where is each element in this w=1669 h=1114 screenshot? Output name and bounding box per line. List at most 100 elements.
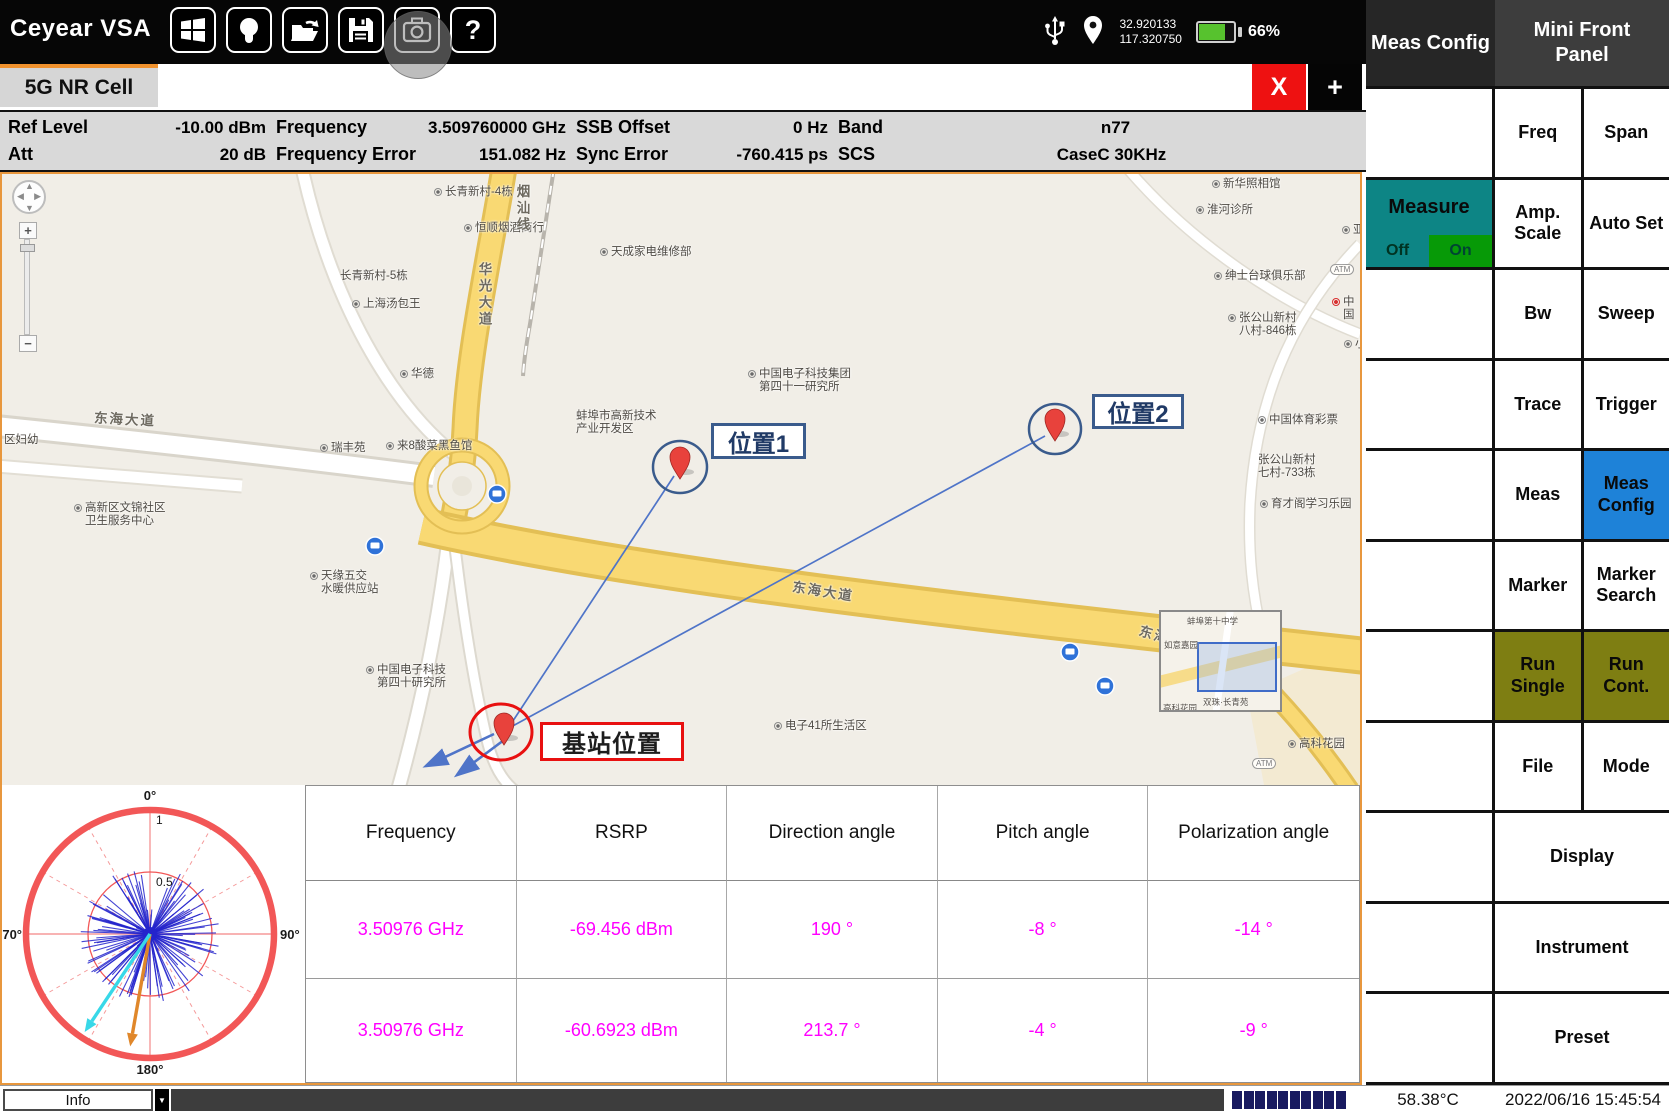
instrument-button[interactable]: Instrument — [1495, 904, 1669, 992]
table-value-cell: 3.50976 GHz — [306, 881, 517, 979]
table-value-cell: -60.6923 dBm — [517, 979, 728, 1082]
panel-empty-cell — [1366, 451, 1492, 539]
info-ref-level: Ref Level-10.00 dBm — [8, 117, 266, 138]
gps-location-icon — [1081, 14, 1105, 51]
help-icon: ? — [465, 15, 482, 46]
panel-header-meas-config[interactable]: Meas Config — [1366, 0, 1495, 86]
table-value-cell: -4 ° — [938, 979, 1149, 1082]
measurement-info-bar: Ref Level-10.00 dBm Frequency3.509760000… — [0, 110, 1366, 172]
open-file-button[interactable] — [282, 7, 328, 53]
info-dropdown[interactable]: Info — [3, 1089, 153, 1111]
table-header-cell: Polarization angle — [1148, 786, 1359, 881]
table-header-cell: Frequency — [306, 786, 517, 881]
panel-empty-cell — [1366, 542, 1492, 630]
screenshot-button[interactable] — [394, 7, 440, 53]
loc2-label: 位置2 — [1092, 394, 1184, 429]
svg-text:270°: 270° — [2, 927, 22, 942]
svg-text:0°: 0° — [144, 788, 156, 803]
inset-viewport-rect[interactable] — [1197, 642, 1277, 692]
app-title: Ceyear VSA — [10, 15, 151, 43]
side-panel: Meas Config Mini Front Panel Freq Span M… — [1366, 0, 1669, 1085]
meas-button[interactable]: Meas — [1495, 451, 1581, 539]
windows-icon — [177, 14, 209, 46]
zoom-slider[interactable] — [24, 239, 30, 335]
sweep-button[interactable]: Sweep — [1584, 270, 1669, 358]
meas-config-button[interactable]: Meas Config — [1584, 451, 1669, 539]
amp-scale-button[interactable]: Amp. Scale — [1495, 180, 1581, 268]
trace-button[interactable]: Trace — [1495, 361, 1581, 449]
panel-header-mini-front-panel[interactable]: Mini Front Panel — [1495, 0, 1669, 86]
tab-add-button[interactable]: + — [1308, 64, 1362, 110]
open-file-icon — [289, 14, 321, 46]
measurement-area: 长青新村-4栋恒顺烟酒商行天成家电维修部新华照相馆淮河诊所亚长青新村-5栋上海汤… — [0, 172, 1362, 1085]
progress-indicator — [1232, 1091, 1346, 1109]
help-button[interactable]: ? — [450, 7, 496, 53]
table-value-cell: 213.7 ° — [727, 979, 938, 1082]
table-header-cell: Direction angle — [727, 786, 938, 881]
panel-empty-cell — [1366, 270, 1492, 358]
battery-icon — [1196, 21, 1236, 43]
inset-poi-label: 蚌埠第十中学 — [1187, 615, 1238, 627]
table-value-cell: -14 ° — [1148, 881, 1359, 979]
measure-off-option[interactable]: Off — [1366, 235, 1429, 267]
tab-5g-nr-cell[interactable]: 5G NR Cell — [0, 64, 158, 107]
info-sync-error: Sync Error-760.415 ps — [566, 144, 828, 165]
mode-button[interactable]: Mode — [1584, 723, 1669, 811]
info-frequency: Frequency3.509760000 GHz — [266, 117, 566, 138]
windows-menu-button[interactable] — [170, 7, 216, 53]
status-message-area — [171, 1089, 1224, 1111]
tab-bar: 5G NR Cell X + — [0, 64, 1366, 110]
table-header-cell: RSRP — [517, 786, 728, 881]
panel-empty-cell — [1366, 813, 1492, 901]
save-button[interactable] — [338, 7, 384, 53]
panel-empty-cell — [1366, 723, 1492, 811]
trigger-button[interactable]: Trigger — [1584, 361, 1669, 449]
map-markers-layer — [2, 174, 1360, 785]
datetime-readout: 2022/06/16 15:45:54 — [1505, 1090, 1661, 1110]
measure-on-option[interactable]: On — [1429, 235, 1492, 267]
zoom-in-button[interactable]: + — [19, 222, 37, 239]
display-button[interactable]: Display — [1495, 813, 1669, 901]
zoom-slider-handle[interactable] — [20, 244, 35, 252]
panel-empty-cell — [1366, 89, 1492, 177]
loc1-pin — [670, 447, 694, 479]
tab-close-button[interactable]: X — [1252, 64, 1306, 110]
preset-button[interactable]: Preset — [1495, 994, 1669, 1082]
marker-button[interactable]: Marker — [1495, 542, 1581, 630]
map-zoom-control: ▲▼◀▶ + − — [12, 180, 46, 352]
bw-button[interactable]: Bw — [1495, 270, 1581, 358]
auto-set-button[interactable]: Auto Set — [1584, 180, 1669, 268]
table-value-cell: 3.50976 GHz — [306, 979, 517, 1082]
battery-indicator: 66% — [1196, 21, 1280, 43]
measure-toggle[interactable]: Measure Off On — [1366, 180, 1492, 268]
loc2-pin — [1045, 409, 1069, 441]
run-single-button[interactable]: Run Single — [1495, 632, 1581, 720]
svg-text:0.5: 0.5 — [156, 875, 173, 889]
info-dropdown-arrow-icon[interactable]: ▼ — [155, 1089, 169, 1111]
map-canvas[interactable]: 长青新村-4栋恒顺烟酒商行天成家电维修部新华照相馆淮河诊所亚长青新村-5栋上海汤… — [2, 174, 1360, 785]
measure-label: Measure — [1388, 180, 1469, 236]
measurement-table: FrequencyRSRPDirection anglePitch angleP… — [305, 785, 1360, 1083]
info-ssb-offset: SSB Offset0 Hz — [566, 117, 828, 138]
panel-empty-cell — [1366, 994, 1492, 1082]
info-band: Bandn77 — [828, 117, 1348, 138]
gps-latitude: 32.920133 — [1119, 17, 1182, 32]
map-inset[interactable]: 蚌埠第十中学如意嘉园双珠·长青苑高科花园 — [1159, 610, 1282, 712]
brightness-button[interactable] — [226, 7, 272, 53]
gps-coordinates: 32.920133 117.320750 — [1119, 17, 1182, 47]
marker-search-button[interactable]: Marker Search — [1584, 542, 1669, 630]
freq-button[interactable]: Freq — [1495, 89, 1581, 177]
battery-percent: 66% — [1248, 23, 1280, 41]
status-bar: Info ▼ 58.38°C 2022/06/16 15:45:54 — [0, 1085, 1669, 1114]
table-value-cell: -8 ° — [938, 881, 1149, 979]
svg-text:1: 1 — [156, 813, 163, 827]
panel-empty-cell — [1366, 361, 1492, 449]
loc1-label: 位置1 — [711, 423, 806, 459]
info-att: Att20 dB — [8, 144, 266, 165]
inset-poi-label: 高科花园 — [1163, 702, 1197, 712]
span-button[interactable]: Span — [1584, 89, 1669, 177]
map-pan-control[interactable]: ▲▼◀▶ — [12, 180, 46, 214]
run-cont-button[interactable]: Run Cont. — [1584, 632, 1669, 720]
zoom-out-button[interactable]: − — [19, 335, 37, 352]
file-button[interactable]: File — [1495, 723, 1581, 811]
